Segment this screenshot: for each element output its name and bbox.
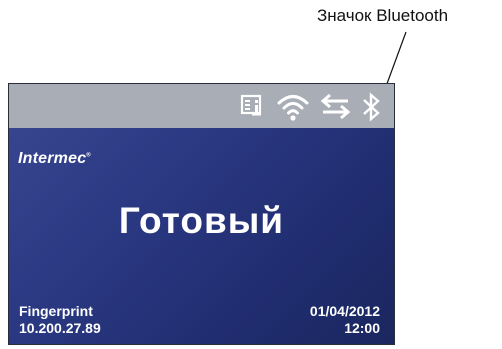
ready-status-text: Готовый (118, 200, 285, 241)
time-display: 12:00 (344, 320, 380, 336)
intermec-logo: Intermec® (18, 150, 91, 168)
status-bar (9, 84, 394, 128)
wifi-icon (277, 95, 309, 121)
printer-display-figure: Значок Bluetooth Intermec® Готовый Finge… (0, 0, 502, 349)
logo-registered-mark: ® (86, 152, 91, 159)
date-time: 01/04/2012 12:00 (310, 303, 380, 337)
bluetooth-icon (363, 92, 380, 122)
ip-address: 10.200.27.89 (19, 320, 101, 336)
date-display: 01/04/2012 (309, 303, 380, 319)
logo-text: Intermec (18, 150, 87, 167)
printer-screen: Intermec® Готовый Fingerprint 10.200.27.… (8, 83, 395, 345)
app-name: Fingerprint (19, 303, 93, 319)
transfer-arrows-icon (320, 93, 351, 120)
app-info: Fingerprint 10.200.27.89 (19, 303, 101, 337)
printer-info-icon (240, 94, 262, 116)
